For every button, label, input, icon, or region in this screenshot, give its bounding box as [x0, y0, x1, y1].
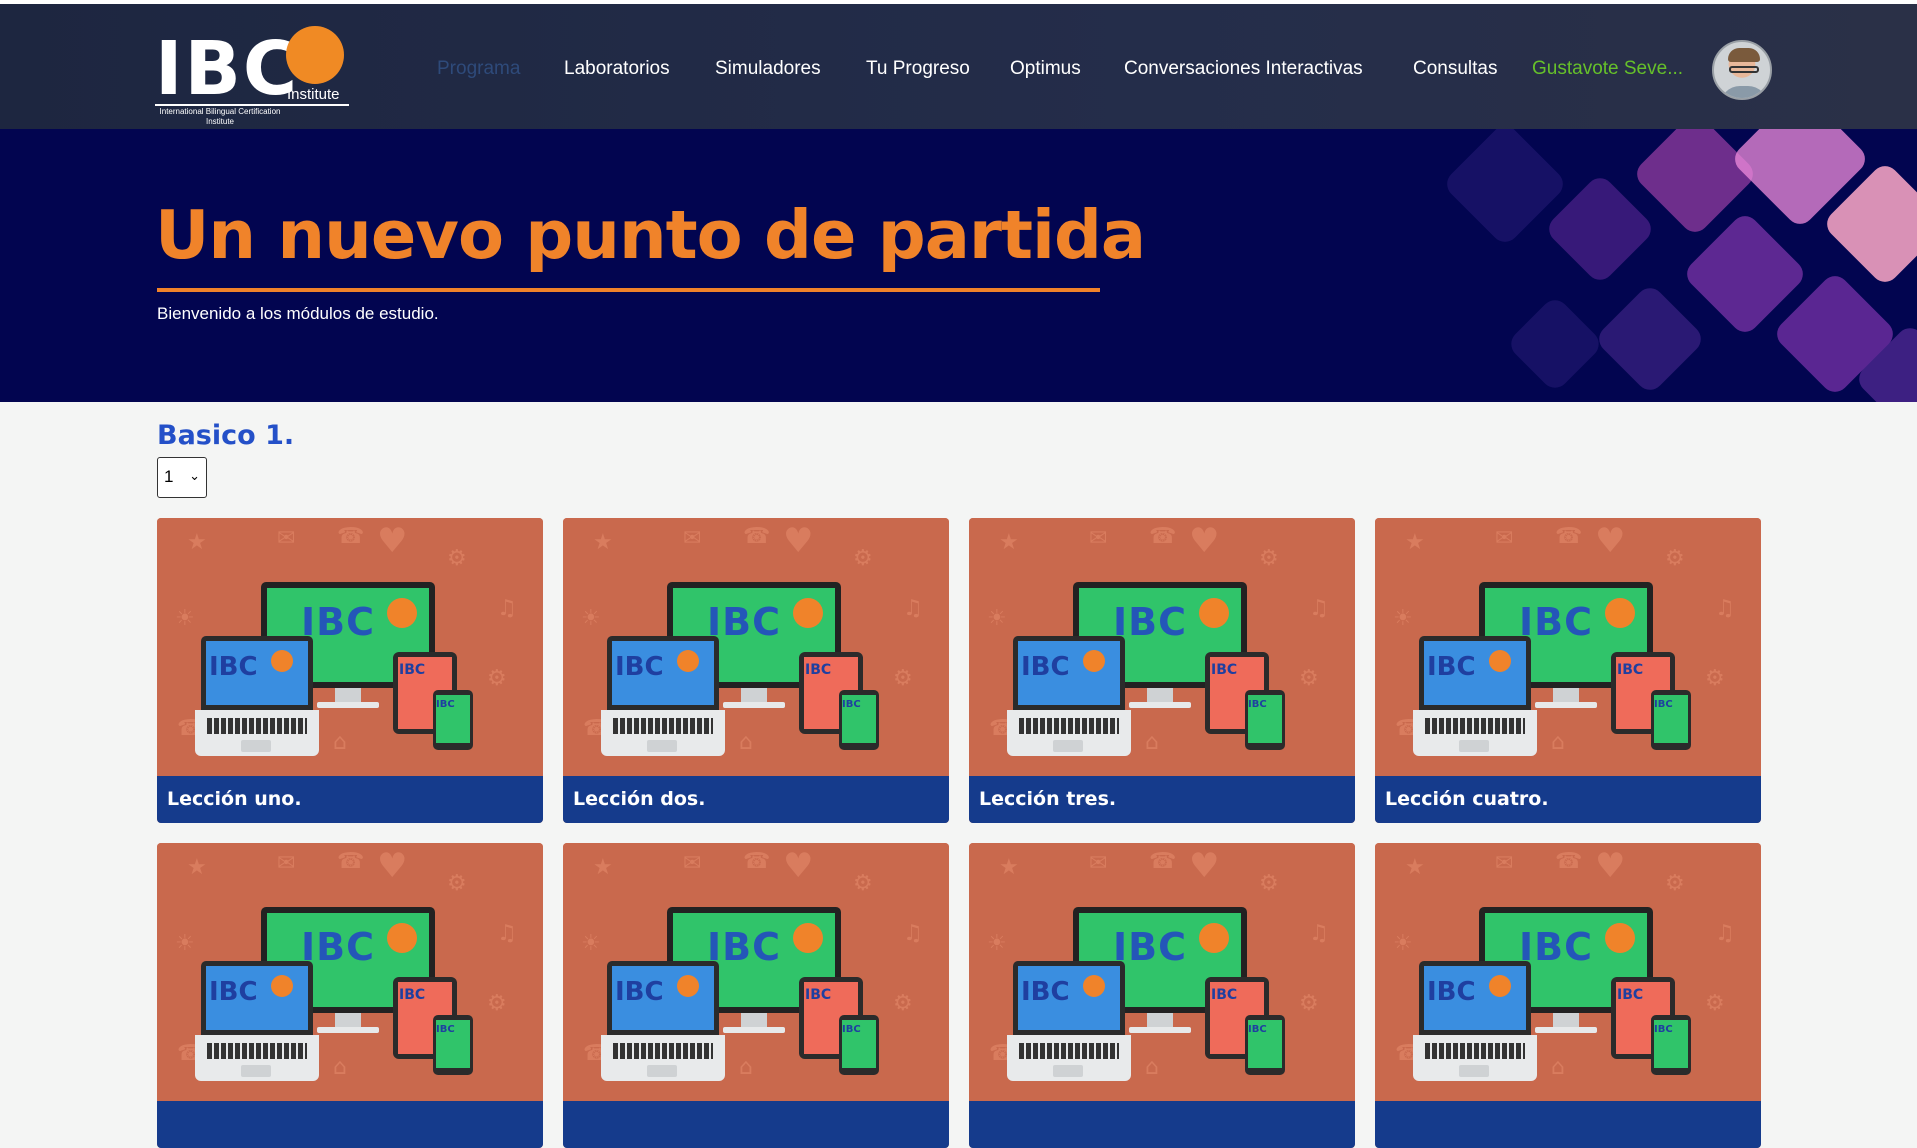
logo-tagline: International Bilingual Certification In…	[159, 107, 281, 126]
globe-icon	[286, 26, 344, 84]
lesson-card-bar	[969, 1101, 1355, 1148]
hero-subtitle: Bienvenido a los módulos de estudio.	[157, 304, 439, 323]
section-title: Basico 1.	[157, 420, 295, 451]
lesson-card-label: Lección uno.	[167, 788, 302, 810]
lesson-card[interactable]: ★ ✉ ☎ ♥ ⚙ ♫ ☀ ⚙ ☎ ⌂ IBC IBC	[563, 843, 949, 1148]
lesson-thumbnail: ★ ✉ ☎ ♥ ⚙ ♫ ☀ ⚙ ☎ ⌂ IBC IBC IBC IBC	[563, 518, 949, 776]
nav-item-tu-progreso[interactable]: Tu Progreso	[866, 58, 970, 80]
hero-title: Un nuevo punto de partida	[155, 196, 1146, 274]
lesson-card[interactable]: ★ ✉ ☎ ♥ ⚙ ♫ ☀ ⚙ ☎ ⌂ IBC IBC	[1375, 518, 1761, 823]
lesson-card-bar	[157, 1101, 543, 1148]
lesson-thumbnail: ★ ✉ ☎ ♥ ⚙ ♫ ☀ ⚙ ☎ ⌂ IBC IBC IBC IBC	[1375, 843, 1761, 1101]
logo-underline	[155, 104, 349, 106]
lesson-thumbnail: ★ ✉ ☎ ♥ ⚙ ♫ ☀ ⚙ ☎ ⌂ IBC IBC IBC IBC	[157, 518, 543, 776]
lesson-select[interactable]: 1 ⌄	[157, 457, 207, 498]
logo-brand: IBC	[155, 26, 300, 112]
lesson-card-label: Lección dos.	[573, 788, 706, 810]
navbar: IBC Institute International Bilingual Ce…	[0, 4, 1917, 129]
lesson-select-value: 1	[164, 467, 174, 486]
lesson-thumbnail: ★ ✉ ☎ ♥ ⚙ ♫ ☀ ⚙ ☎ ⌂ IBC IBC IBC IBC	[157, 843, 543, 1101]
nav-item-simuladores[interactable]: Simuladores	[715, 58, 821, 80]
logo-suffix: Institute	[287, 86, 340, 103]
hero-title-underline	[157, 288, 1100, 292]
lesson-card[interactable]: ★ ✉ ☎ ♥ ⚙ ♫ ☀ ⚙ ☎ ⌂ IBC IBC	[157, 843, 543, 1148]
lesson-thumbnail: ★ ✉ ☎ ♥ ⚙ ♫ ☀ ⚙ ☎ ⌂ IBC IBC IBC IBC	[969, 843, 1355, 1101]
nav-item-optimus[interactable]: Optimus	[1010, 58, 1081, 80]
lesson-thumbnail: ★ ✉ ☎ ♥ ⚙ ♫ ☀ ⚙ ☎ ⌂ IBC IBC IBC IBC	[1375, 518, 1761, 776]
lesson-thumbnail: ★ ✉ ☎ ♥ ⚙ ♫ ☀ ⚙ ☎ ⌂ IBC IBC IBC IBC	[969, 518, 1355, 776]
lesson-card[interactable]: ★ ✉ ☎ ♥ ⚙ ♫ ☀ ⚙ ☎ ⌂ IBC IBC	[969, 843, 1355, 1148]
lesson-card[interactable]: ★ ✉ ☎ ♥ ⚙ ♫ ☀ ⚙ ☎ ⌂ IBC IBC	[157, 518, 543, 823]
ibc-logo[interactable]: IBC Institute International Bilingual Ce…	[155, 22, 355, 127]
lesson-card-label: Lección cuatro.	[1385, 788, 1549, 810]
nav-item-consultas[interactable]: Consultas	[1413, 58, 1498, 80]
nav-item-laboratorios[interactable]: Laboratorios	[564, 58, 670, 80]
nav-item-conversaciones[interactable]: Conversaciones Interactivas	[1124, 58, 1363, 80]
user-avatar[interactable]	[1712, 40, 1772, 100]
lesson-card[interactable]: ★ ✉ ☎ ♥ ⚙ ♫ ☀ ⚙ ☎ ⌂ IBC IBC	[563, 518, 949, 823]
lesson-card[interactable]: ★ ✉ ☎ ♥ ⚙ ♫ ☀ ⚙ ☎ ⌂ IBC IBC	[969, 518, 1355, 823]
lesson-thumbnail: ★ ✉ ☎ ♥ ⚙ ♫ ☀ ⚙ ☎ ⌂ IBC IBC IBC IBC	[563, 843, 949, 1101]
lesson-card[interactable]: ★ ✉ ☎ ♥ ⚙ ♫ ☀ ⚙ ☎ ⌂ IBC IBC	[1375, 843, 1761, 1148]
chevron-down-icon: ⌄	[189, 468, 200, 483]
lesson-card-bar	[563, 1101, 949, 1148]
user-name[interactable]: Gustavote Seve...	[1532, 58, 1683, 80]
lesson-card-bar	[1375, 1101, 1761, 1148]
lesson-card-label: Lección tres.	[979, 788, 1117, 810]
nav-item-programa[interactable]: Programa	[437, 58, 520, 80]
